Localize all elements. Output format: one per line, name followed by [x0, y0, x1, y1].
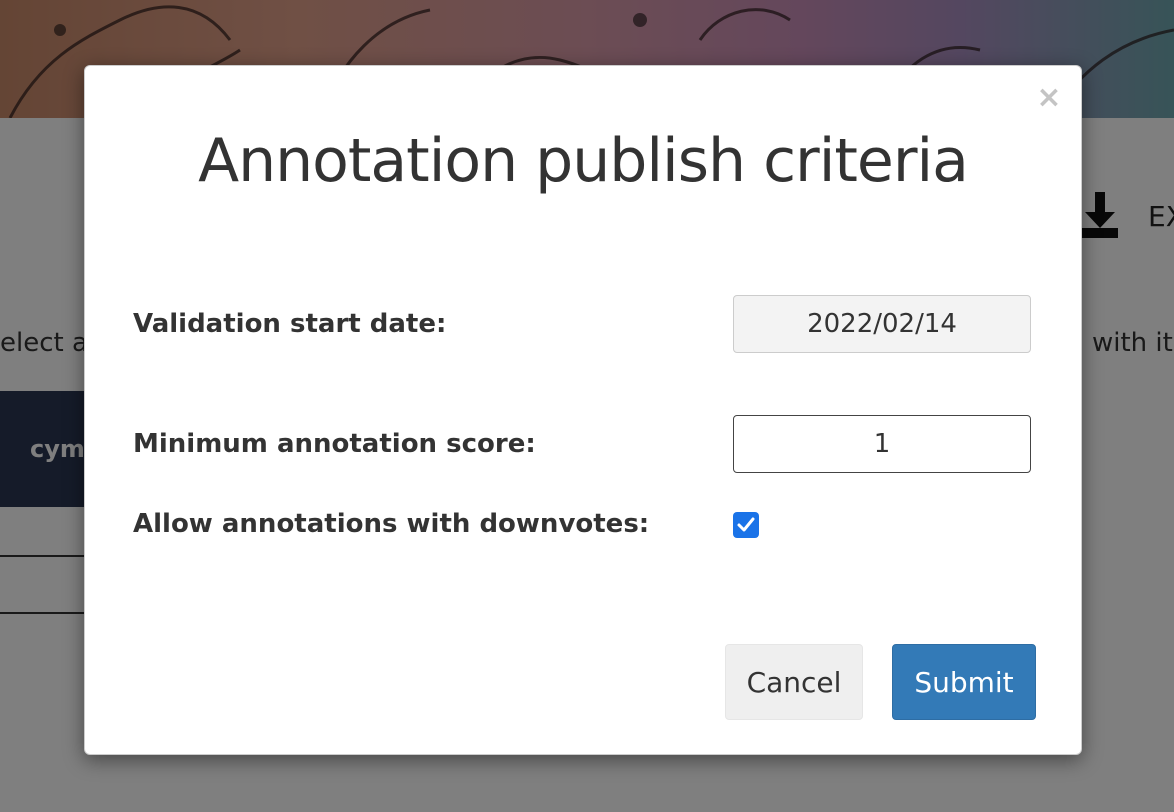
validation-start-date-field[interactable]: 2022/02/14 [733, 295, 1031, 353]
allow-downvotes-label: Allow annotations with downvotes: [133, 509, 650, 539]
minimum-score-label: Minimum annotation score: [133, 429, 536, 459]
modal-title: Annotation publish criteria [198, 126, 969, 196]
allow-downvotes-checkbox[interactable] [733, 512, 759, 538]
checkmark-icon [737, 517, 755, 532]
allow-downvotes-row: Allow annotations with downvotes: [133, 506, 1033, 566]
submit-button[interactable]: Submit [892, 644, 1036, 720]
minimum-score-input[interactable]: 1 [733, 415, 1031, 473]
minimum-score-row: Minimum annotation score: 1 [133, 415, 1033, 475]
cancel-button[interactable]: Cancel [725, 644, 863, 720]
validation-start-date-label: Validation start date: [133, 309, 447, 339]
validation-start-date-row: Validation start date: 2022/02/14 [133, 295, 1033, 355]
close-icon[interactable]: × [1035, 83, 1063, 113]
publish-criteria-modal: × Annotation publish criteria Validation… [84, 65, 1082, 755]
